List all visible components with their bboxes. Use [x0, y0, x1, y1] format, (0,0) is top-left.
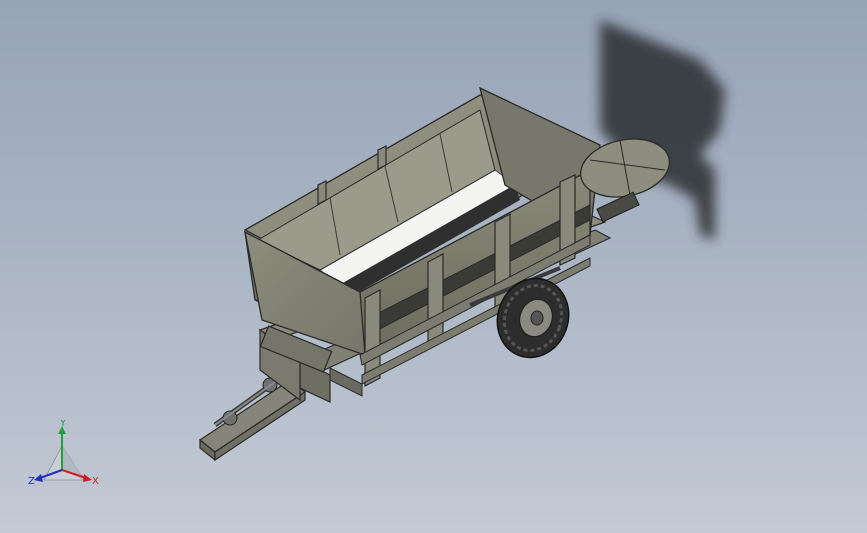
model-render	[198, 20, 725, 462]
y-axis-label: Y	[59, 420, 67, 429]
coordinate-triad: Y X Z	[28, 420, 99, 487]
z-axis-label: Z	[28, 476, 35, 487]
x-axis-label: X	[92, 476, 99, 487]
3d-viewport[interactable]: Y X Z	[0, 0, 867, 533]
